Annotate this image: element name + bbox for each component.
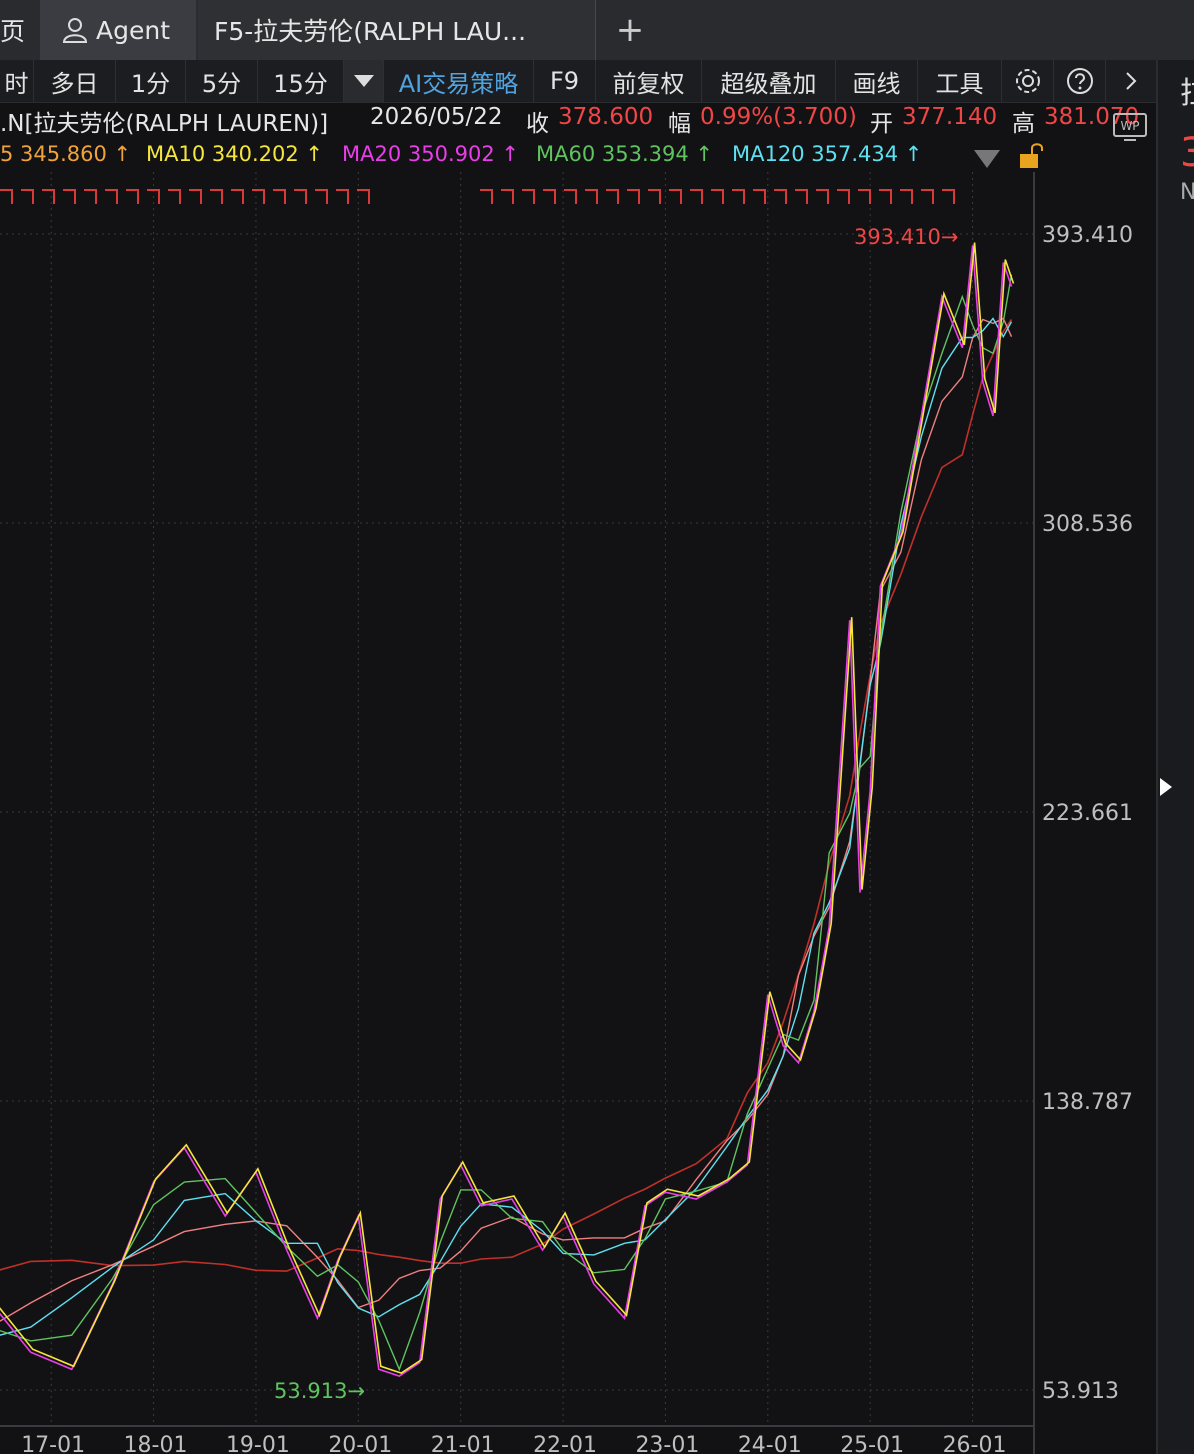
price-chart[interactable]: 393.410 308.536 223.661 138.787 53.913 17-01… bbox=[0, 172, 1156, 1454]
x-tick-label: 18-01 bbox=[124, 1433, 188, 1454]
x-tick-label: 19-01 bbox=[226, 1433, 290, 1454]
x-tick-label: 22-01 bbox=[533, 1433, 597, 1454]
open-label: 开 bbox=[870, 111, 893, 137]
f9-button[interactable]: F9 bbox=[534, 60, 596, 102]
quote-info: .N[拉夫劳伦(RALPH LAUREN)] 2026/05/22 收 378.… bbox=[0, 102, 1156, 138]
tab-agent[interactable]: Agent bbox=[40, 0, 196, 60]
high-label: 高 bbox=[1012, 111, 1035, 137]
collapse-triangle-icon[interactable] bbox=[972, 146, 1002, 170]
ma10-value: MA10 340.202 ↑ bbox=[146, 142, 323, 166]
period-time-button[interactable]: 时 bbox=[0, 60, 34, 102]
stock-name: .N[拉夫劳伦(RALPH LAUREN)] bbox=[0, 111, 329, 137]
add-tab-label: + bbox=[615, 10, 645, 50]
x-tick-label: 23-01 bbox=[635, 1433, 699, 1454]
x-tick-label: 20-01 bbox=[328, 1433, 392, 1454]
x-tick-label: 21-01 bbox=[431, 1433, 495, 1454]
period-15min-button[interactable]: 15分 bbox=[258, 60, 344, 102]
ai-strategy-button[interactable]: AI交易策略 bbox=[384, 60, 534, 102]
change-value: 0.99%(3.700) bbox=[700, 104, 857, 130]
open-value: 377.140 bbox=[902, 104, 998, 130]
tab-ralph-lauren-label: F5-拉夫劳伦(RALPH LAU... bbox=[214, 17, 527, 46]
x-axis: 17-01 18-01 19-01 20-01 21-01 22-01 23-01 24-01… bbox=[21, 1433, 1006, 1454]
close-value: 378.600 bbox=[558, 104, 654, 130]
add-tab-button[interactable]: + bbox=[600, 0, 660, 60]
ma60-value: MA60 353.394 ↑ bbox=[536, 142, 713, 166]
help-button[interactable] bbox=[1054, 60, 1106, 102]
x-tick-label: 26-01 bbox=[943, 1433, 1007, 1454]
min-price-label: 53.913→ bbox=[274, 1379, 365, 1403]
chevron-right-icon bbox=[1126, 72, 1137, 90]
tab-agent-label: Agent bbox=[96, 15, 170, 45]
right-panel-price: 3 bbox=[1180, 130, 1194, 176]
tab-bar: 页 Agent F5-拉夫劳伦(RALPH LAU... + bbox=[0, 0, 1194, 60]
period-dropdown-button[interactable] bbox=[344, 60, 384, 102]
period-multiday-button[interactable]: 多日 bbox=[34, 60, 116, 102]
wp-icon[interactable]: WP bbox=[1112, 110, 1148, 144]
ma20-value: MA20 350.902 ↑ bbox=[342, 142, 519, 166]
y-tick-label: 223.661 bbox=[1042, 801, 1133, 826]
gear-icon bbox=[1015, 69, 1040, 93]
chart-grid bbox=[0, 172, 1035, 1454]
right-panel: 拉 3 N bbox=[1156, 60, 1194, 1454]
settings-button[interactable] bbox=[1002, 60, 1054, 102]
y-tick-label: 393.410 bbox=[1042, 223, 1133, 248]
y-tick-label: 308.536 bbox=[1042, 512, 1133, 537]
ma120-value: MA120 357.434 ↑ bbox=[732, 142, 923, 166]
chart-toolbar: 时 多日 1分 5分 15分 AI交易策略 F9 前复权 超级叠加 画线 工具 bbox=[0, 60, 1156, 103]
tab-ralph-lauren[interactable]: F5-拉夫劳伦(RALPH LAU... bbox=[198, 0, 596, 60]
user-icon bbox=[62, 18, 88, 43]
x-tick-label: 24-01 bbox=[738, 1433, 802, 1454]
y-tick-label: 138.787 bbox=[1042, 1090, 1133, 1115]
overlay-button[interactable]: 超级叠加 bbox=[702, 60, 836, 102]
adjust-button[interactable]: 前复权 bbox=[596, 60, 702, 102]
ma5-value: 5 345.860 ↑ bbox=[0, 142, 132, 166]
quote-date: 2026/05/22 bbox=[370, 104, 503, 130]
right-panel-letter: N bbox=[1180, 180, 1194, 205]
period-1min-button[interactable]: 1分 bbox=[116, 60, 186, 102]
x-tick-label: 25-01 bbox=[840, 1433, 904, 1454]
tab-home[interactable]: 页 bbox=[0, 0, 38, 60]
svg-text:WP: WP bbox=[1120, 119, 1139, 133]
y-tick-label: 53.913 bbox=[1042, 1379, 1119, 1404]
y-axis: 393.410 308.536 223.661 138.787 53.913 bbox=[1042, 223, 1133, 1404]
draw-line-button[interactable]: 画线 bbox=[836, 60, 918, 102]
more-button[interactable] bbox=[1106, 60, 1156, 102]
expand-panel-icon[interactable] bbox=[1160, 778, 1172, 796]
x-tick-label: 17-01 bbox=[21, 1433, 85, 1454]
question-icon bbox=[1066, 68, 1093, 94]
max-price-label: 393.410→ bbox=[854, 225, 958, 249]
lock-icon[interactable] bbox=[1016, 142, 1052, 170]
close-label: 收 bbox=[526, 111, 549, 137]
tools-button[interactable]: 工具 bbox=[918, 60, 1002, 102]
period-5min-button[interactable]: 5分 bbox=[186, 60, 258, 102]
change-label: 幅 bbox=[668, 111, 691, 137]
right-panel-title: 拉 bbox=[1180, 68, 1194, 112]
tab-home-label: 页 bbox=[0, 17, 26, 46]
chevron-down-icon bbox=[353, 75, 374, 87]
